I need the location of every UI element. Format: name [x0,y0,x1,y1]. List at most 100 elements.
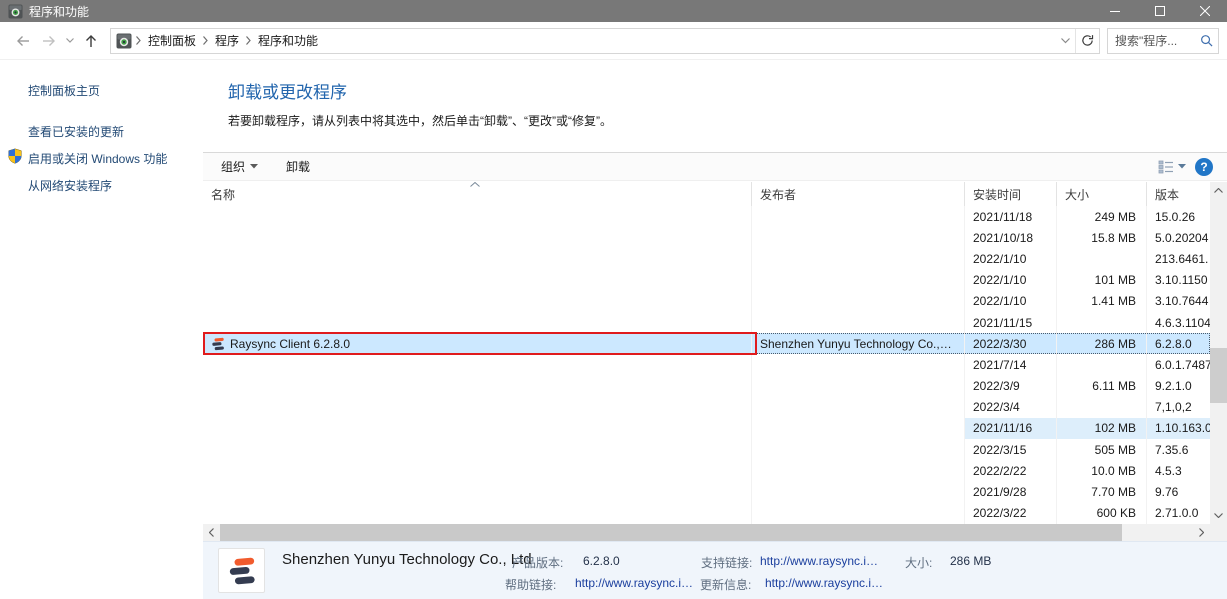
cell-size: 600 KB [1057,503,1147,524]
program-list: 名称 发布者 安装时间 大小 版本 2021/11/18 249 MB 15.0… [203,182,1210,524]
table-row[interactable]: 2022/2/22 10.0 MB 4.5.3 [203,460,1210,481]
horizontal-scrollbar[interactable] [203,524,1210,541]
titlebar: 程序和功能 [0,0,1227,22]
column-header-size[interactable]: 大小 [1057,182,1147,206]
back-button[interactable] [10,28,36,54]
cell-installed-on: 2021/7/14 [965,354,1057,375]
recent-pages-chevron[interactable] [62,28,78,54]
sidebar-item-view-installed-updates[interactable]: 查看已安装的更新 [0,118,203,145]
uninstall-button[interactable]: 卸载 [278,154,318,179]
table-row[interactable]: Raysync Client 6.2.8.0 Shenzhen Yunyu Te… [203,333,1210,354]
column-header-installed-on[interactable]: 安装时间 [965,182,1057,206]
sidebar-item-label: 启用或关闭 Windows 功能 [28,152,167,166]
table-row[interactable]: 2021/11/18 249 MB 15.0.26 [203,206,1210,227]
cell-size: 286 MB [1057,333,1147,354]
table-row[interactable]: 2022/1/10 1.41 MB 3.10.7644 [203,291,1210,312]
minimize-button[interactable] [1092,0,1137,22]
address-bar[interactable]: 控制面板 程序 程序和功能 [110,28,1100,54]
cell-size [1057,397,1147,418]
help-link[interactable]: http://www.raysync.i… [575,576,693,590]
uac-shield-icon [7,148,23,164]
help-button[interactable]: ? [1195,158,1213,176]
support-link[interactable]: http://www.raysync.i… [760,554,878,568]
table-body: 2021/11/18 249 MB 15.0.26 2021/10/18 15.… [203,206,1210,524]
table-row[interactable]: 2022/3/22 600 KB 2.71.0.0 [203,503,1210,524]
cell-version: 15.0.26 [1147,206,1210,227]
breadcrumb-programs[interactable]: 程序 [208,32,246,49]
cell-installed-on: 2022/1/10 [965,270,1057,291]
cell-publisher [752,460,965,481]
breadcrumb-control-panel[interactable]: 控制面板 [141,32,203,49]
cell-publisher [752,248,965,269]
cell-version: 3.10.1150 [1147,270,1210,291]
refresh-icon[interactable] [1075,29,1099,53]
table-row[interactable]: 2022/1/10 213.6461. [203,248,1210,269]
sidebar-item-windows-features[interactable]: 启用或关闭 Windows 功能 [0,145,203,172]
cell-publisher [752,376,965,397]
table-row[interactable]: 2022/3/4 7,1,0,2 [203,397,1210,418]
vertical-scrollbar[interactable] [1210,182,1227,524]
horizontal-scroll-thumb[interactable] [220,524,1122,541]
cell-name [203,354,752,375]
address-dropdown-chevron[interactable] [1055,38,1075,44]
cell-size: 10.0 MB [1057,460,1147,481]
cell-version: 4.5.3 [1147,460,1210,481]
change-view-button[interactable] [1158,160,1186,174]
chevron-down-icon [250,164,258,169]
cell-installed-on: 2022/3/15 [965,439,1057,460]
window-title: 程序和功能 [29,3,1092,20]
cell-publisher [752,206,965,227]
command-toolbar: 组织 卸载 [203,152,1227,181]
up-button[interactable] [78,28,104,54]
table-row[interactable]: 2021/11/15 4.6.3.1104 [203,312,1210,333]
scroll-left-icon[interactable] [203,524,220,541]
table-row[interactable]: 2021/7/14 6.0.1.7487 [203,354,1210,375]
update-info-link[interactable]: http://www.raysync.i… [765,576,883,590]
cell-version: 7,1,0,2 [1147,397,1210,418]
organize-button[interactable]: 组织 [213,154,266,179]
table-row[interactable]: 2022/3/15 505 MB 7.35.6 [203,439,1210,460]
cell-name [203,312,752,333]
breadcrumb-programs-and-features[interactable]: 程序和功能 [251,32,325,49]
raysync-logo [218,548,265,593]
main-pane: 卸载或更改程序 若要卸载程序，请从列表中将其选中，然后单击“卸载”、“更改”或“… [203,60,1227,599]
cell-publisher [752,503,965,524]
cell-installed-on: 2022/2/22 [965,460,1057,481]
search-box[interactable] [1107,28,1219,54]
search-icon[interactable] [1200,34,1213,47]
sidebar-item-control-panel-home[interactable]: 控制面板主页 [0,77,203,104]
maximize-button[interactable] [1137,0,1182,22]
table-row[interactable]: 2021/10/18 15.8 MB 5.0.20204 [203,227,1210,248]
cell-version: 6.2.8.0 [1147,333,1210,354]
cell-size: 249 MB [1057,206,1147,227]
cell-name: Raysync Client 6.2.8.0 [203,333,752,354]
cell-name [203,227,752,248]
column-header-publisher[interactable]: 发布者 [752,182,965,206]
scroll-up-icon[interactable] [1210,182,1227,199]
cell-publisher [752,397,965,418]
cell-installed-on: 2022/3/22 [965,503,1057,524]
cell-version: 4.6.3.1104 [1147,312,1210,333]
cell-size: 102 MB [1057,418,1147,439]
scroll-right-icon[interactable] [1193,524,1210,541]
cell-version: 2.71.0.0 [1147,503,1210,524]
search-input[interactable] [1115,34,1197,48]
sidebar-item-install-from-network[interactable]: 从网络安装程序 [0,172,203,199]
table-row[interactable]: 2021/9/28 7.70 MB 9.76 [203,481,1210,502]
scroll-down-icon[interactable] [1210,507,1227,524]
cell-version: 9.2.1.0 [1147,376,1210,397]
vertical-scroll-thumb[interactable] [1210,348,1227,403]
cell-installed-on: 2022/3/4 [965,397,1057,418]
table-row[interactable]: 2022/3/9 6.11 MB 9.2.1.0 [203,376,1210,397]
table-row[interactable]: 2022/1/10 101 MB 3.10.1150 [203,270,1210,291]
cell-size [1057,354,1147,375]
table-row[interactable]: 2021/11/16 102 MB 1.10.163.0 [203,418,1210,439]
close-button[interactable] [1182,0,1227,22]
cell-size [1057,248,1147,269]
forward-button[interactable] [36,28,62,54]
cell-name [203,248,752,269]
column-header-version[interactable]: 版本 [1147,182,1210,206]
sort-ascending-icon [470,182,480,187]
page-title: 卸载或更改程序 [228,78,347,103]
list-header: 名称 发布者 安装时间 大小 版本 [203,182,1210,206]
